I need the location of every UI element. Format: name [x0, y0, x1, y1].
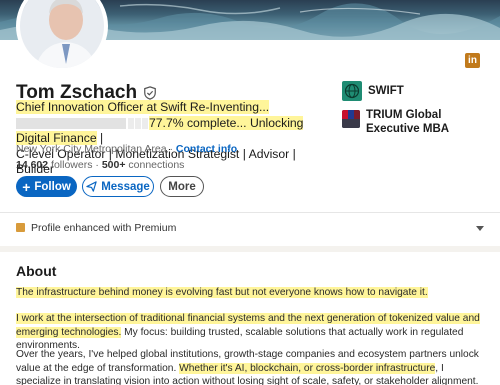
connections-label: connections — [125, 159, 185, 171]
about-paragraph: The infrastructure behind money is evolv… — [16, 286, 486, 300]
send-icon — [86, 181, 97, 192]
follow-label: Follow — [34, 180, 71, 193]
chevron-down-icon[interactable] — [476, 226, 484, 231]
about-p1-text: The infrastructure behind money is evolv… — [16, 287, 428, 298]
about-paragraph: Over the years, I've helped global insti… — [16, 348, 486, 385]
message-label: Message — [101, 180, 150, 193]
linkedin-icon[interactable]: in — [465, 53, 480, 68]
contact-info-link[interactable]: Contact info — [176, 143, 237, 155]
avatar[interactable] — [16, 0, 108, 72]
org-name: SWIFT — [368, 85, 404, 97]
premium-row[interactable]: Profile enhanced with Premium — [0, 212, 500, 242]
followers-label: followers · — [48, 159, 102, 171]
profile-card: in Tom Zschach Chief Innovation Officer … — [0, 0, 500, 246]
org-swift[interactable]: SWIFT — [342, 81, 404, 101]
about-section: About The infrastructure behind money is… — [0, 252, 500, 385]
more-label: More — [168, 180, 196, 193]
premium-text: Profile enhanced with Premium — [31, 222, 177, 234]
globe-icon — [342, 81, 362, 101]
trium-logo — [342, 110, 360, 128]
followers-count[interactable]: 14,602 — [16, 159, 48, 171]
org-name: TRIUM Global Executive MBA — [366, 109, 450, 135]
about-paragraph: I work at the intersection of traditiona… — [16, 312, 486, 353]
verified-shield-icon[interactable] — [143, 86, 157, 100]
about-p3-highlight: Whether it's AI, blockchain, or cross-bo… — [179, 362, 436, 374]
location: New York City Metropolitan Area — [16, 143, 167, 155]
premium-icon — [16, 223, 25, 232]
network-stats: 14,602 followers · 500+ connections — [16, 159, 184, 171]
connections-count[interactable]: 500+ — [102, 159, 126, 171]
about-title: About — [16, 263, 57, 279]
headline-part1: Chief Innovation Officer at Swift Re-Inv… — [16, 100, 270, 114]
redacted-text — [135, 117, 141, 129]
message-button[interactable]: Message — [82, 176, 154, 197]
follow-button[interactable]: + Follow — [16, 176, 77, 197]
redacted-text — [16, 117, 126, 129]
separator: · — [166, 143, 176, 155]
more-button[interactable]: More — [160, 176, 204, 197]
redacted-text — [128, 117, 134, 129]
plus-icon: + — [22, 178, 31, 195]
org-trium[interactable]: TRIUM Global Executive MBA — [342, 108, 486, 136]
redacted-text — [142, 117, 148, 129]
location-row: New York City Metropolitan Area · Contac… — [16, 143, 237, 155]
